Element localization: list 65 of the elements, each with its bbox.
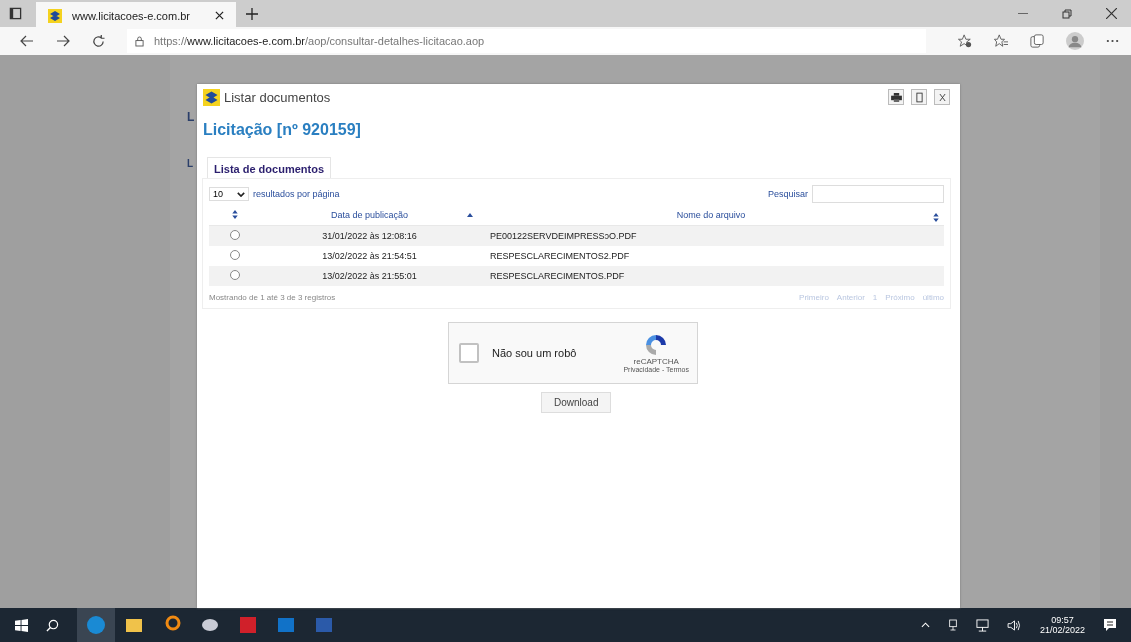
records-info: Mostrando de 1 até 3 de 3 registros bbox=[209, 292, 336, 302]
back-icon[interactable] bbox=[20, 35, 34, 47]
documents-tab[interactable]: Lista de documentos bbox=[207, 157, 332, 178]
site-logo-icon bbox=[203, 88, 220, 106]
collections-icon[interactable] bbox=[1030, 34, 1044, 48]
tab-list-icon[interactable] bbox=[9, 7, 22, 20]
maximize-icon bbox=[915, 91, 923, 103]
sort-icon[interactable] bbox=[933, 213, 939, 222]
maximize-button[interactable] bbox=[911, 89, 927, 105]
printer-icon bbox=[890, 92, 902, 102]
row-radio[interactable] bbox=[230, 270, 240, 280]
date-cell: 13/02/2022 às 21:54:51 bbox=[322, 251, 417, 261]
search-field[interactable] bbox=[812, 185, 944, 203]
sort-ascending-icon[interactable] bbox=[467, 213, 473, 217]
close-button[interactable] bbox=[934, 89, 950, 105]
browser-tab[interactable]: www.licitacoes-e.com.br bbox=[36, 2, 236, 29]
clock-time[interactable]: 09:57 bbox=[1051, 615, 1074, 625]
print-button[interactable] bbox=[888, 89, 904, 105]
start-icon[interactable] bbox=[15, 618, 28, 632]
clock-date[interactable]: 21/02/2022 bbox=[1039, 625, 1085, 635]
recaptcha-logo-icon bbox=[644, 333, 669, 357]
forward-icon[interactable] bbox=[56, 35, 70, 47]
dialog-heading: Licitação [nº 920159] bbox=[202, 120, 362, 139]
dialog-title: Listar documentos bbox=[224, 89, 331, 105]
column-header[interactable]: Data de publicação bbox=[330, 210, 409, 220]
search-label: Pesquisar bbox=[767, 189, 808, 199]
add-favorite-icon[interactable] bbox=[958, 34, 972, 48]
favorites-icon[interactable] bbox=[994, 34, 1008, 48]
profile-avatar-icon[interactable] bbox=[1066, 32, 1084, 50]
file-name-cell: PE00122SERVDEIMPRESSɔO.PDF bbox=[490, 231, 637, 241]
chevron-up-icon[interactable] bbox=[920, 622, 930, 628]
network-icon[interactable] bbox=[975, 618, 989, 632]
caret-icon bbox=[237, 191, 245, 197]
more-icon[interactable] bbox=[1106, 39, 1119, 43]
search-icon[interactable] bbox=[46, 618, 59, 632]
page-size-label: resultados por página bbox=[253, 189, 340, 199]
column-header[interactable]: Nome do arquivo bbox=[676, 210, 746, 220]
close-window-icon[interactable] bbox=[1106, 8, 1117, 19]
close-icon bbox=[938, 92, 946, 102]
refresh-icon[interactable] bbox=[92, 34, 105, 48]
file-name-cell: RESPESCLARECIMENTOS2.PDF bbox=[490, 251, 630, 261]
page-size-select[interactable]: 10 bbox=[209, 187, 249, 201]
row-radio[interactable] bbox=[230, 230, 240, 240]
page-heading: L bbox=[187, 158, 194, 169]
lock-icon bbox=[135, 35, 144, 47]
volume-icon[interactable] bbox=[1006, 619, 1022, 631]
sort-icon[interactable] bbox=[232, 209, 238, 219]
device-icon[interactable] bbox=[947, 619, 958, 631]
date-cell: 31/01/2022 às 12:08:16 bbox=[322, 231, 417, 241]
tab-title: www.licitacoes-e.com.br bbox=[72, 9, 191, 22]
site-logo-icon bbox=[48, 8, 62, 23]
notification-icon[interactable] bbox=[1103, 618, 1117, 632]
file-name-cell: RESPESCLARECIMENTOS.PDF bbox=[490, 271, 625, 281]
minimize-icon[interactable] bbox=[1018, 12, 1028, 15]
download-button[interactable]: Download bbox=[541, 392, 612, 413]
captcha-checkbox[interactable] bbox=[459, 343, 479, 363]
close-tab-icon[interactable] bbox=[215, 11, 224, 20]
address-field[interactable]: https://www.licitacoes-e.com.br/aop/consultar-detalhes-licitacao.aop bbox=[127, 29, 926, 53]
new-tab-icon[interactable] bbox=[246, 7, 258, 20]
date-cell: 13/02/2022 às 21:55:01 bbox=[322, 271, 417, 281]
row-radio[interactable] bbox=[230, 250, 240, 260]
recaptcha-brand: reCAPTCHA bbox=[633, 357, 679, 366]
captcha-label: Não sou um robô bbox=[492, 347, 577, 359]
restore-icon[interactable] bbox=[1062, 8, 1072, 19]
page-heading: L bbox=[187, 110, 195, 124]
